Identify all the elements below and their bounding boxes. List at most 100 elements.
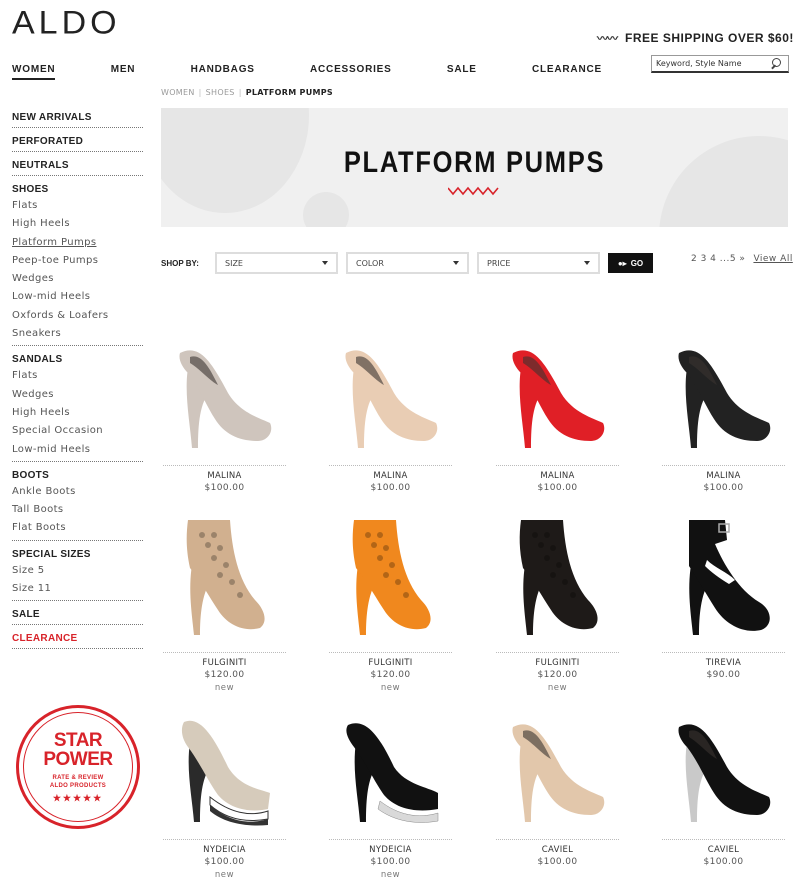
sidebar-item-sandal-low-mid-heels[interactable]: Low-mid Heels xyxy=(12,441,143,459)
product-card[interactable]: NYDEICIA $100.00 new xyxy=(327,692,454,881)
sidebar-item-size-11[interactable]: Size 11 xyxy=(12,580,143,598)
sidebar-item-sandal-high-heels[interactable]: High Heels xyxy=(12,404,143,422)
nav-handbags[interactable]: HANDBAGS xyxy=(191,64,255,80)
product-card[interactable]: FULGINITI $120.00 new xyxy=(161,505,288,694)
product-card[interactable]: FULGINITI $120.00 new xyxy=(327,505,454,694)
sidebar-special-sizes[interactable]: SPECIAL SIZES xyxy=(12,545,143,562)
product-card[interactable]: FULGINITI $120.00 new xyxy=(494,505,621,694)
sidebar-neutrals[interactable]: NEUTRALS xyxy=(12,156,143,176)
free-shipping-banner[interactable]: 〰〰 FREE SHIPPING OVER $60! xyxy=(597,30,794,46)
product-name[interactable]: FULGINITI xyxy=(494,657,621,669)
sidebar-item-ankle-boots[interactable]: Ankle Boots xyxy=(12,483,143,501)
divider xyxy=(12,343,143,347)
top-navigation: WOMEN MEN HANDBAGS ACCESSORIES SALE CLEA… xyxy=(12,64,602,80)
sidebar-sandals[interactable]: SANDALS xyxy=(12,350,143,367)
sidebar-item-flats[interactable]: Flats xyxy=(12,197,143,215)
price-select[interactable]: PRICE xyxy=(477,252,600,274)
star-power-badge[interactable]: STAR POWER RATE & REVIEW ALDO PRODUCTS ★… xyxy=(16,705,140,829)
nav-clearance[interactable]: CLEARANCE xyxy=(532,64,602,80)
product-image[interactable] xyxy=(161,692,288,827)
product-image[interactable] xyxy=(327,318,454,453)
sidebar-item-flat-boots[interactable]: Flat Boots xyxy=(12,519,143,537)
sidebar-boots[interactable]: BOOTS xyxy=(12,466,143,483)
product-card[interactable]: MALINA $100.00 xyxy=(161,318,288,495)
product-name[interactable]: FULGINITI xyxy=(161,657,288,669)
breadcrumb-shoes[interactable]: SHOES xyxy=(206,88,235,97)
divider xyxy=(163,465,286,466)
caret-down-icon xyxy=(453,261,459,265)
product-name[interactable]: MALINA xyxy=(161,470,288,482)
view-all-link[interactable]: View All xyxy=(753,254,792,264)
product-image[interactable] xyxy=(660,318,787,453)
product-name[interactable]: MALINA xyxy=(660,470,787,482)
product-image[interactable] xyxy=(494,505,621,640)
sidebar-item-wedges[interactable]: Wedges xyxy=(12,270,143,288)
product-image[interactable] xyxy=(161,505,288,640)
size-select[interactable]: SIZE xyxy=(215,252,338,274)
product-name[interactable]: NYDEICIA xyxy=(327,844,454,856)
product-name[interactable]: NYDEICIA xyxy=(161,844,288,856)
product-price: $100.00 xyxy=(703,483,744,493)
sidebar-clearance[interactable]: CLEARANCE xyxy=(12,629,143,650)
sidebar-shoes[interactable]: SHOES xyxy=(12,180,143,197)
decor-circle xyxy=(303,192,349,227)
product-card[interactable]: CAVIEL $100.00 xyxy=(494,692,621,869)
product-name[interactable]: CAVIEL xyxy=(494,844,621,856)
color-select[interactable]: COLOR xyxy=(346,252,469,274)
product-image[interactable] xyxy=(660,692,787,827)
product-card[interactable]: MALINA $100.00 xyxy=(494,318,621,495)
arrow-right-icon: ●▸ xyxy=(617,258,627,268)
product-image[interactable] xyxy=(494,318,621,453)
aldo-logo[interactable]: ALDO xyxy=(12,4,121,43)
sidebar-sale[interactable]: SALE xyxy=(12,605,143,626)
nav-women[interactable]: WOMEN xyxy=(12,64,56,80)
search-input[interactable] xyxy=(652,56,768,71)
nav-men[interactable]: MEN xyxy=(111,64,136,80)
product-name[interactable]: TIREVIA xyxy=(660,657,787,669)
sidebar-item-size-5[interactable]: Size 5 xyxy=(12,562,143,580)
go-button[interactable]: ●▸ GO xyxy=(608,253,653,273)
product-image[interactable] xyxy=(327,505,454,640)
sidebar-item-sandal-wedges[interactable]: Wedges xyxy=(12,386,143,404)
sidebar-item-low-mid-heels[interactable]: Low-mid Heels xyxy=(12,288,143,306)
product-name[interactable]: MALINA xyxy=(494,470,621,482)
product-card[interactable]: NYDEICIA $100.00 new xyxy=(161,692,288,881)
product-price: $120.00 xyxy=(204,670,245,680)
nav-accessories[interactable]: ACCESSORIES xyxy=(310,64,392,80)
product-name[interactable]: MALINA xyxy=(327,470,454,482)
divider xyxy=(12,459,143,462)
caret-down-icon xyxy=(322,261,328,265)
product-price: $100.00 xyxy=(537,483,578,493)
sidebar-item-oxfords-loafers[interactable]: Oxfords & Loafers xyxy=(12,307,143,325)
sidebar-item-high-heels[interactable]: High Heels xyxy=(12,215,143,233)
product-price: $100.00 xyxy=(370,857,411,867)
product-name[interactable]: CAVIEL xyxy=(660,844,787,856)
nav-sale[interactable]: SALE xyxy=(447,64,477,80)
sidebar-item-platform-pumps[interactable]: Platform Pumps xyxy=(12,234,143,252)
product-price: $100.00 xyxy=(204,857,245,867)
product-card[interactable]: CAVIEL $100.00 xyxy=(660,692,787,869)
product-image[interactable] xyxy=(327,692,454,827)
pagination-pages[interactable]: 2 3 4 ...5 » xyxy=(691,254,745,264)
divider xyxy=(662,465,785,466)
divider xyxy=(329,652,452,653)
product-image[interactable] xyxy=(161,318,288,453)
sidebar-perforated[interactable]: PERFORATED xyxy=(12,132,143,152)
breadcrumb: WOMEN | SHOES | PLATFORM PUMPS xyxy=(161,88,333,97)
breadcrumb-women[interactable]: WOMEN xyxy=(161,88,195,97)
sidebar-item-peep-toe-pumps[interactable]: Peep-toe Pumps xyxy=(12,252,143,270)
sidebar-item-tall-boots[interactable]: Tall Boots xyxy=(12,501,143,519)
product-price: $100.00 xyxy=(703,857,744,867)
product-image[interactable] xyxy=(660,505,787,640)
product-card[interactable]: TIREVIA $90.00 xyxy=(660,505,787,682)
sidebar-item-special-occasion[interactable]: Special Occasion xyxy=(12,422,143,440)
sidebar-item-sneakers[interactable]: Sneakers xyxy=(12,325,143,343)
divider xyxy=(662,652,785,653)
product-name[interactable]: FULGINITI xyxy=(327,657,454,669)
product-card[interactable]: MALINA $100.00 xyxy=(660,318,787,495)
product-image[interactable] xyxy=(494,692,621,827)
sidebar-new-arrivals[interactable]: NEW ARRIVALS xyxy=(12,108,143,128)
search-icon[interactable] xyxy=(768,56,784,72)
product-card[interactable]: MALINA $100.00 xyxy=(327,318,454,495)
sidebar-item-sandal-flats[interactable]: Flats xyxy=(12,367,143,385)
